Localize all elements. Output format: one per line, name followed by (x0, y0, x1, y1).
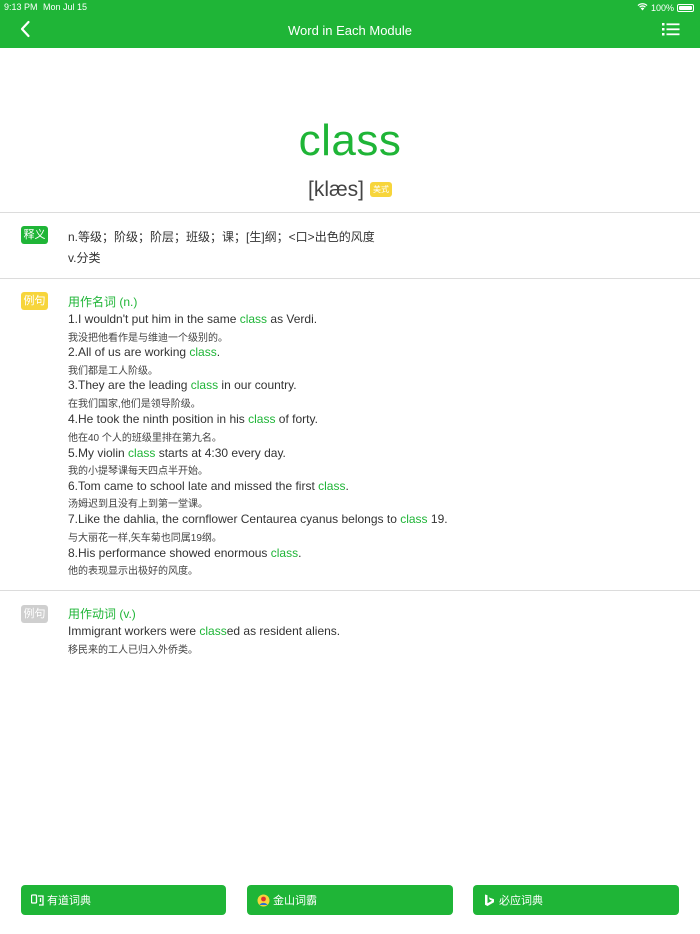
example-sentence: 8.His performance showed enormous class. (68, 546, 302, 560)
example-sentence: 3.They are the leading class in our coun… (68, 378, 297, 392)
example-tag: 例句 (21, 605, 48, 623)
definition-line: v.分类 (68, 251, 101, 265)
noun-section-heading: 用作名词 (n.) (68, 295, 138, 309)
example-translation: 他在40 个人的班级里排在第九名。 (68, 433, 222, 444)
status-date: Mon Jul 15 (43, 2, 88, 12)
battery-icon (677, 3, 694, 12)
nav-bar: Word in Each Module (0, 14, 700, 48)
headword: class (298, 116, 402, 165)
example-translation: 移民来的工人已归入外侨类。 (68, 645, 198, 656)
status-right: 100% (637, 2, 694, 13)
example-sentence: 6.Tom came to school late and missed the… (68, 479, 349, 493)
example-translation: 他的表现显示出极好的风度。 (68, 566, 198, 577)
example-sentence: Immigrant workers were classed as reside… (68, 624, 341, 638)
jinshan-dictionary-button[interactable]: 金山词霸 (247, 885, 453, 915)
example-translation: 我的小提琴课每天四点半开始。 (68, 466, 208, 477)
page-title: Word in Each Module (287, 23, 413, 38)
divider (0, 590, 700, 591)
example-sentence: 2.All of us are working class. (68, 345, 221, 359)
example-translation: 汤姆迟到且没有上到第一堂课。 (68, 499, 208, 510)
bing-dictionary-button[interactable]: 必应词典 (473, 885, 679, 915)
list-button[interactable] (662, 21, 684, 41)
example-translation: 我没把他看作是与维迪一个级别的。 (68, 333, 228, 344)
bing-icon (483, 894, 496, 907)
definition-tag: 释义 (21, 226, 48, 244)
wifi-icon (637, 2, 648, 13)
example-sentence: 7.Like the dahlia, the cornflower Centau… (68, 512, 448, 526)
example-sentence: 5.My violin class starts at 4:30 every d… (68, 446, 286, 460)
button-label: 有道词典 (47, 895, 91, 907)
definition-line: n.等级；阶级；阶层；班级；课；[生]纲；<口>出色的风度 (68, 230, 375, 244)
verb-section-heading: 用作动词 (v.) (68, 607, 136, 621)
status-time: 9:13 PM (4, 2, 38, 12)
divider (0, 212, 700, 213)
button-label: 必应词典 (499, 895, 543, 907)
divider (0, 278, 700, 279)
status-bar: 9:13 PM Mon Jul 15 100% (0, 0, 700, 14)
phonetic-badge[interactable]: 美式 (370, 182, 392, 197)
example-translation: 在我们国家,他们是领导阶级。 (68, 399, 201, 410)
example-tag: 例句 (21, 292, 48, 310)
phonetic-row: [klæs] 美式 (0, 178, 700, 202)
button-label: 金山词霸 (273, 895, 317, 907)
example-sentence: 4.He took the ninth position in his clas… (68, 412, 318, 426)
list-icon (662, 23, 680, 41)
example-translation: 与大丽花一样,矢车菊也同属19纲。 (68, 533, 222, 544)
phonetic: [klæs] (307, 178, 364, 201)
jinshan-icon (257, 894, 270, 907)
youdao-icon (31, 893, 44, 907)
example-translation: 我们都是工人阶级。 (68, 366, 158, 377)
example-sentence: 1.I wouldn't put him in the same class a… (68, 312, 318, 326)
battery-percent: 100% (650, 2, 674, 13)
youdao-dictionary-button[interactable]: 有道词典 (21, 885, 226, 915)
